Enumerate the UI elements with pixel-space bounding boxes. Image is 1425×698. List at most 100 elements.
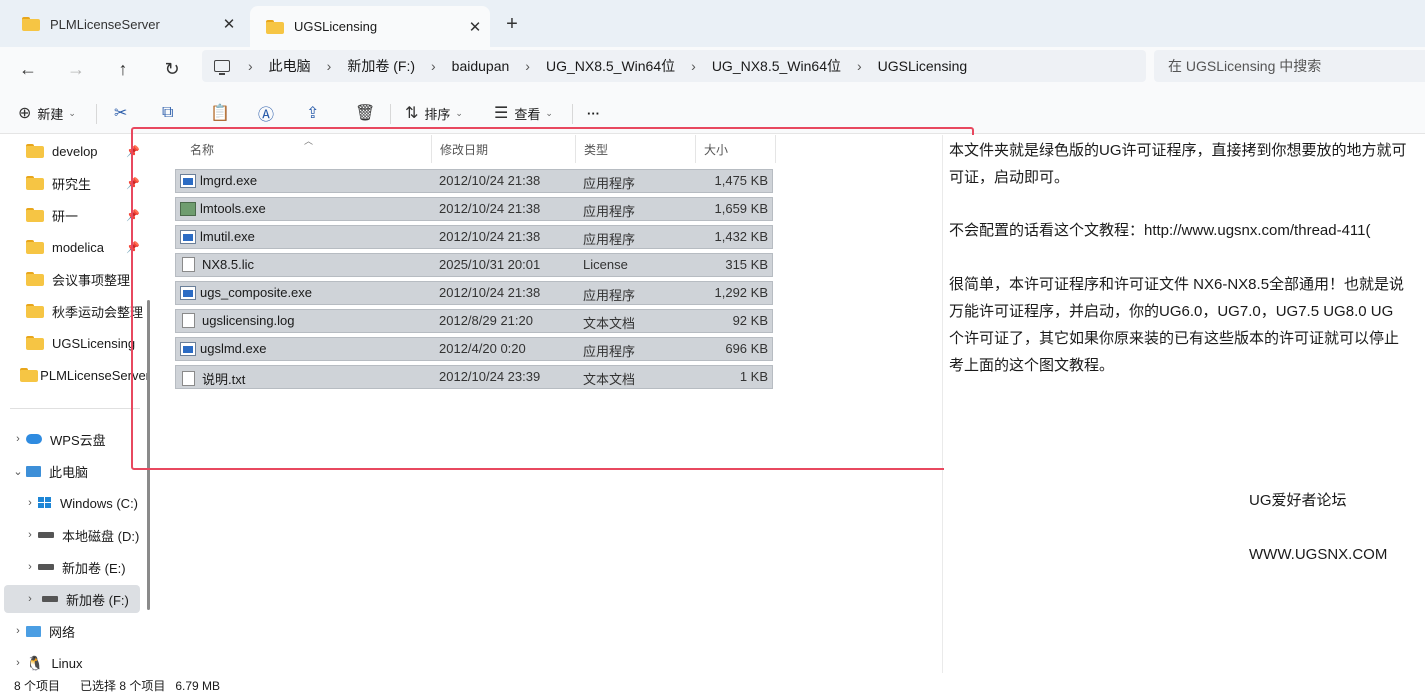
sidebar-item-ugslicensing[interactable]: UGSLicensing bbox=[0, 329, 150, 357]
table-row[interactable]: lmtools.exe 2012/10/24 21:38 应用程序 1,659 … bbox=[175, 197, 773, 221]
table-row[interactable]: lmutil.exe 2012/10/24 21:38 应用程序 1,432 K… bbox=[175, 225, 773, 249]
table-row[interactable]: ugslicensing.log 2012/8/29 21:20 文本文档 92… bbox=[175, 309, 773, 333]
copy-button[interactable]: ⧉ bbox=[162, 100, 179, 126]
breadcrumb-item[interactable]: UGSLicensing bbox=[878, 58, 968, 74]
chevron-right-icon[interactable]: › bbox=[22, 529, 38, 541]
view-button[interactable]: ☰ 查看 ⌄ bbox=[494, 100, 553, 126]
sidebar-item-drive-e[interactable]: › 新加卷 (E:) bbox=[12, 553, 160, 581]
file-type: 应用程序 bbox=[583, 176, 636, 191]
network-icon bbox=[26, 625, 41, 637]
more-options-button[interactable]: ··· bbox=[587, 100, 600, 126]
file-name: ugs_composite.exe bbox=[200, 285, 313, 300]
sidebar-item-drive-d[interactable]: › 本地磁盘 (D:) bbox=[12, 521, 160, 549]
sidebar-item-meeting[interactable]: 会议事项整理 bbox=[0, 265, 150, 293]
divider bbox=[96, 104, 97, 124]
refresh-button[interactable]: ↻ bbox=[156, 55, 188, 83]
sidebar-item-label: 本地磁盘 (D:) bbox=[62, 528, 140, 544]
tab-ugslicensing[interactable]: UGSLicensing ✕ bbox=[250, 6, 490, 47]
table-row[interactable]: 说明.txt 2012/10/24 23:39 文本文档 1 KB bbox=[175, 365, 773, 389]
column-header-date[interactable]: 修改日期 bbox=[432, 135, 576, 163]
sidebar-item-label: 此电脑 bbox=[49, 464, 89, 480]
pin-icon: 📌 bbox=[126, 177, 140, 190]
sidebar-item-develop[interactable]: develop 📌 bbox=[0, 137, 150, 165]
preview-line: 本文件夹就是绿色版的UG许可证程序，直接拷到你想要放的地方就可 bbox=[949, 142, 1407, 159]
delete-button[interactable]: 🗑 bbox=[355, 100, 381, 126]
search-input[interactable]: 在 UGSLicensing 中搜索 bbox=[1154, 50, 1425, 82]
up-button[interactable]: ↑ bbox=[107, 55, 139, 83]
table-row[interactable]: lmgrd.exe 2012/10/24 21:38 应用程序 1,475 KB bbox=[175, 169, 773, 193]
exe-icon bbox=[180, 341, 196, 356]
breadcrumb-item[interactable]: baidupan bbox=[452, 58, 510, 74]
drive-icon bbox=[42, 596, 58, 602]
column-header-size[interactable]: 大小 bbox=[696, 135, 776, 163]
share-button[interactable]: ⇪ bbox=[306, 100, 325, 126]
cut-button[interactable]: ✂ bbox=[114, 100, 133, 126]
sidebar-item-this-pc[interactable]: ⌄ 此电脑 bbox=[0, 457, 150, 485]
chevron-right-icon[interactable]: › bbox=[10, 433, 26, 445]
sidebar-item-drive-c[interactable]: › Windows (C:) bbox=[12, 489, 160, 517]
chevron-right-icon[interactable]: › bbox=[22, 497, 38, 509]
column-header-type[interactable]: 类型 bbox=[576, 135, 696, 163]
forward-button[interactable]: → bbox=[60, 55, 92, 83]
chevron-right-icon[interactable]: › bbox=[10, 625, 26, 637]
sort-icon: ⇅ bbox=[405, 105, 419, 122]
column-header-name[interactable]: 名称 bbox=[182, 135, 432, 163]
scrollbar[interactable] bbox=[147, 300, 150, 610]
tab-label: PLMLicenseServer bbox=[50, 16, 160, 32]
selected-count: 已选择 8 个项目 bbox=[80, 679, 166, 693]
breadcrumb-item[interactable]: UG_NX8.5_Win64位 bbox=[546, 56, 675, 76]
table-row[interactable]: ugs_composite.exe 2012/10/24 21:38 应用程序 … bbox=[175, 281, 773, 305]
paste-button[interactable]: 📋 bbox=[210, 100, 236, 126]
new-tab-button[interactable]: + bbox=[498, 12, 526, 38]
table-row[interactable]: NX8.5.lic 2025/10/31 20:01 License 315 K… bbox=[175, 253, 773, 277]
chevron-right-icon[interactable]: › bbox=[10, 657, 26, 669]
file-date: 2025/10/31 20:01 bbox=[439, 257, 541, 272]
table-row[interactable]: ugslmd.exe 2012/4/20 0:20 应用程序 696 KB bbox=[175, 337, 773, 361]
sidebar-item-modelica[interactable]: modelica 📌 bbox=[0, 233, 150, 261]
sidebar-item-network[interactable]: › 网络 bbox=[0, 617, 150, 645]
sidebar-item-sports[interactable]: 秋季运动会整理 bbox=[0, 297, 150, 325]
close-icon[interactable]: ✕ bbox=[214, 15, 244, 33]
chevron-down-icon: ⌄ bbox=[68, 107, 76, 118]
preview-line: 万能许可证程序，并启动，你的UG6.0，UG7.0，UG7.5 UG8.0 UG bbox=[949, 303, 1394, 320]
list-view-icon: ☰ bbox=[494, 105, 509, 122]
preview-line: 可证，启动即可。 bbox=[949, 169, 1070, 186]
sidebar-item-wps[interactable]: › WPS云盘 bbox=[0, 425, 150, 453]
sort-button[interactable]: ⇅ 排序 ⌄ bbox=[405, 100, 463, 126]
address-bar[interactable]: › 此电脑 › 新加卷 (F:) › baidupan › UG_NX8.5_W… bbox=[202, 50, 1146, 82]
pin-icon: 📌 bbox=[126, 209, 140, 222]
file-name: lmutil.exe bbox=[200, 229, 255, 244]
file-date: 2012/10/24 21:38 bbox=[439, 229, 541, 244]
back-button[interactable]: ← bbox=[12, 55, 44, 83]
sidebar-item-linux[interactable]: › 🐧 Linux bbox=[0, 649, 150, 673]
drive-icon bbox=[38, 532, 54, 538]
folder-icon bbox=[26, 144, 44, 158]
sidebar-item-label: develop bbox=[52, 143, 98, 159]
chevron-down-icon[interactable]: ⌄ bbox=[10, 465, 26, 478]
chevron-right-icon[interactable]: › bbox=[22, 593, 38, 605]
sidebar-item-year-one[interactable]: 研一 📌 bbox=[0, 201, 150, 229]
breadcrumb-item[interactable]: UG_NX8.5_Win64位 bbox=[712, 56, 841, 76]
close-icon[interactable]: ✕ bbox=[460, 18, 490, 36]
trash-icon: 🗑 bbox=[355, 105, 376, 122]
breadcrumb-item[interactable]: 新加卷 (F:) bbox=[347, 56, 415, 76]
folder-icon bbox=[26, 208, 44, 222]
rename-button[interactable]: Ⓐ bbox=[258, 100, 280, 126]
selected-size: 6.79 MB bbox=[175, 678, 221, 693]
file-size: 92 KB bbox=[732, 313, 768, 328]
sidebar-item-label: Windows (C:) bbox=[60, 495, 139, 511]
breadcrumb-item[interactable]: 此电脑 bbox=[269, 56, 311, 76]
tab-plmlicenseserver[interactable]: PLMLicenseServer ✕ bbox=[6, 6, 244, 42]
command-bar: ⊕ 新建 ⌄ ✂ ⧉ 📋 Ⓐ ⇪ 🗑 ⇅ 排序 ⌄ ☰ 查看 ⌄ ··· bbox=[0, 92, 1425, 134]
sidebar-item-drive-f[interactable]: › 新加卷 (F:) bbox=[4, 585, 140, 613]
sidebar-item-graduate[interactable]: 研究生 📌 bbox=[0, 169, 150, 197]
sidebar-item-plmlicenseserver[interactable]: PLMLicenseServer bbox=[0, 361, 150, 389]
preview-line: UG爱好者论坛 bbox=[1249, 492, 1347, 509]
chevron-right-icon: › bbox=[525, 58, 530, 74]
sidebar-item-label: UGSLicensing bbox=[52, 335, 136, 351]
new-button[interactable]: ⊕ 新建 ⌄ bbox=[18, 100, 76, 126]
chevron-right-icon: › bbox=[691, 58, 696, 74]
chevron-right-icon[interactable]: › bbox=[22, 561, 38, 573]
tab-bar: PLMLicenseServer ✕ UGSLicensing ✕ + bbox=[0, 0, 1425, 47]
file-size: 1 KB bbox=[739, 369, 768, 384]
